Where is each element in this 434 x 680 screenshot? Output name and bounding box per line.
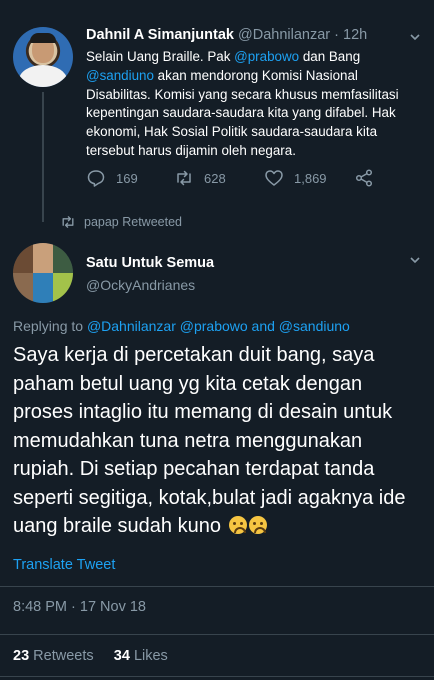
likes-stat[interactable]: 34 Likes bbox=[114, 648, 168, 664]
main-tweet-text-content: Saya kerja di percetakan duit bang, saya… bbox=[13, 344, 406, 537]
parent-tweet-age-dot: · bbox=[330, 27, 344, 43]
parent-text-segment: dan Bang bbox=[299, 49, 361, 64]
divider bbox=[0, 676, 434, 677]
main-tweet-text: Saya kerja di percetakan duit bang, saya… bbox=[13, 341, 423, 541]
reply-icon bbox=[87, 170, 105, 187]
chevron-down-icon[interactable] bbox=[408, 253, 422, 267]
like-button[interactable]: 1,869 bbox=[264, 168, 327, 188]
share-button[interactable] bbox=[354, 168, 374, 188]
tweet-timestamp: 8:48 PM · 17 Nov 18 bbox=[13, 599, 146, 615]
parent-avatar[interactable] bbox=[13, 27, 73, 87]
likes-label: Likes bbox=[133, 648, 168, 664]
parent-author-name[interactable]: Dahnil A Simanjuntak bbox=[86, 27, 234, 43]
replying-to-line: Replying to @Dahnilanzar @prabowo and @s… bbox=[13, 318, 350, 334]
divider bbox=[0, 634, 434, 635]
parent-tweet-text: Selain Uang Braille. Pak @prabowo dan Ba… bbox=[86, 48, 422, 161]
translate-tweet-link[interactable]: Translate Tweet bbox=[13, 557, 115, 573]
parent-text-segment: Selain Uang Braille. Pak bbox=[86, 49, 235, 64]
chevron-down-icon[interactable] bbox=[408, 30, 422, 44]
tweet-stats: 23 Retweets 34 Likes bbox=[13, 648, 168, 664]
retweets-stat[interactable]: 23 Retweets bbox=[13, 648, 94, 664]
main-author-handle[interactable]: @OckyAndrianes bbox=[86, 277, 195, 293]
main-author-name[interactable]: Satu Untuk Semua bbox=[86, 255, 214, 271]
retweeted-by-note: papap Retweeted bbox=[60, 214, 182, 230]
retweet-count: 628 bbox=[204, 170, 226, 186]
crying-face-emoji bbox=[228, 516, 247, 534]
replying-to-label: Replying to bbox=[13, 318, 87, 334]
retweet-icon bbox=[62, 216, 74, 228]
parent-tweet-age: 12h bbox=[343, 27, 368, 43]
parent-tweet-header: Dahnil A Simanjuntak @Dahnilanzar · 12h bbox=[86, 27, 367, 43]
parent-author-handle[interactable]: @Dahnilanzar bbox=[238, 27, 330, 43]
retweets-label: Retweets bbox=[33, 648, 94, 664]
heart-icon bbox=[265, 170, 283, 186]
like-count: 1,869 bbox=[294, 170, 327, 186]
parent-tweet-actions: 169 628 1,869 bbox=[86, 168, 386, 192]
reply-button[interactable]: 169 bbox=[86, 168, 138, 188]
retweet-button[interactable]: 628 bbox=[174, 168, 226, 188]
divider bbox=[0, 586, 434, 587]
retweets-count: 23 bbox=[13, 648, 30, 664]
likes-count: 34 bbox=[113, 648, 130, 664]
reply-count: 169 bbox=[116, 170, 138, 186]
mention-link-sandiuno[interactable]: @sandiuno bbox=[86, 68, 154, 83]
thread-line bbox=[42, 92, 44, 222]
replying-to-mentions[interactable]: @Dahnilanzar @prabowo and @sandiuno bbox=[87, 318, 350, 334]
mention-link-prabowo[interactable]: @prabowo bbox=[234, 49, 299, 64]
main-avatar[interactable] bbox=[13, 243, 73, 303]
retweeted-by-label[interactable]: papap Retweeted bbox=[84, 215, 182, 229]
crying-face-emoji bbox=[248, 516, 267, 534]
retweet-icon bbox=[177, 170, 191, 186]
share-icon bbox=[355, 169, 373, 187]
